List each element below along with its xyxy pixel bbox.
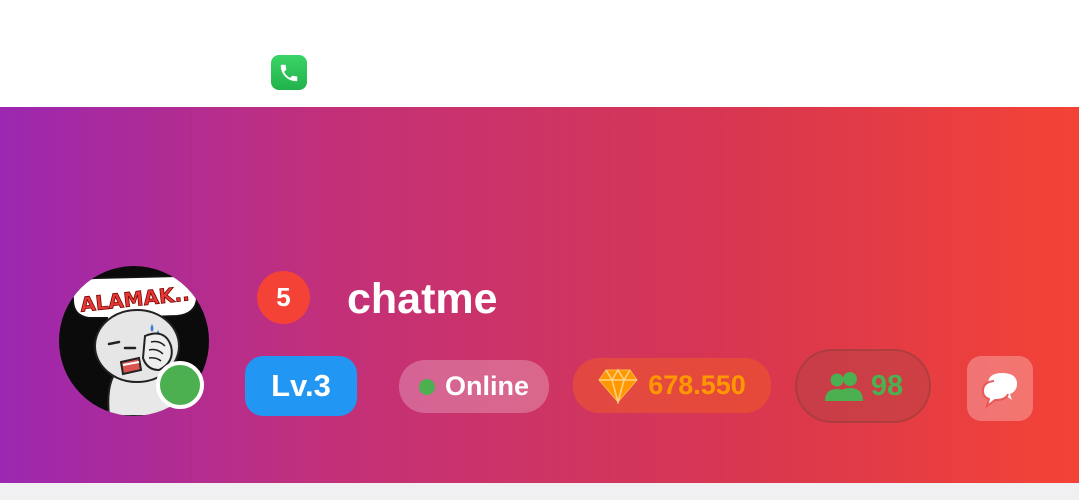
online-dot-icon	[418, 378, 435, 395]
online-presence-indicator	[156, 361, 204, 409]
group-icon	[823, 371, 865, 401]
followers-count: 98	[870, 369, 904, 402]
content-divider	[0, 483, 1079, 500]
chat-bubbles-icon	[981, 372, 1017, 408]
diamond-icon	[598, 367, 638, 404]
diamond-balance-chip[interactable]: 678.550	[573, 358, 771, 413]
level-badge[interactable]: Lv.3	[245, 356, 357, 416]
level-label: Lv.3	[271, 368, 331, 403]
online-status-label: Online	[444, 371, 529, 401]
online-status-chip: Online	[399, 360, 549, 413]
phone-call-icon[interactable]	[271, 55, 307, 90]
chat-button[interactable]	[967, 356, 1033, 421]
followers-chip[interactable]: 98	[795, 349, 931, 423]
username: chatme	[347, 275, 498, 323]
rank-badge: 5	[257, 271, 310, 324]
phone-glyph	[280, 64, 298, 81]
diamond-balance-value: 678.550	[648, 370, 746, 400]
status-bar	[0, 0, 1079, 107]
